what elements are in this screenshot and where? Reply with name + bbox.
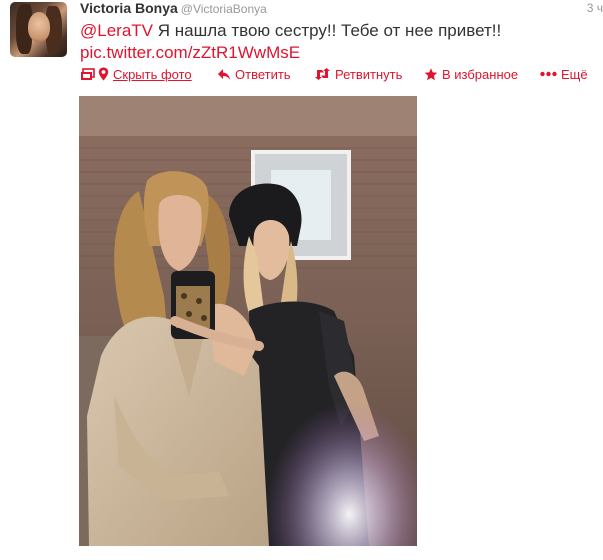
photo-link[interactable]: pic.twitter.com/zZtR1WwMsE xyxy=(80,42,300,64)
reply-label: Ответить xyxy=(235,66,291,82)
retweet-label: Ретвитнуть xyxy=(335,66,403,82)
more-button[interactable]: Ещё xyxy=(540,64,588,84)
photo-image xyxy=(79,96,417,546)
tweet-text: @LeraTV Я нашла твою сестру!! Тебе от не… xyxy=(80,20,501,42)
favorite-label: В избранное xyxy=(442,66,519,82)
reply-button[interactable]: Ответить xyxy=(217,64,291,84)
fullname[interactable]: Victoria Bonya xyxy=(80,0,178,16)
avatar-face xyxy=(28,12,50,42)
username[interactable]: @VictoriaBonya xyxy=(181,2,267,16)
more-label: Ещё xyxy=(561,66,588,82)
mention-link[interactable]: @LeraTV xyxy=(80,21,153,40)
more-dots-icon xyxy=(540,71,557,77)
photo-icon xyxy=(80,67,95,81)
star-icon xyxy=(424,67,438,81)
tweet-header: Victoria Bonya @VictoriaBonya xyxy=(80,0,267,18)
retweet-button[interactable]: Ретвитнуть xyxy=(314,64,402,84)
hide-photo-button[interactable]: Скрыть фото xyxy=(80,64,192,84)
tweet-body: Я нашла твою сестру!! Тебе от нее привет… xyxy=(153,21,502,40)
retweet-icon xyxy=(314,68,331,80)
tweet-photo[interactable] xyxy=(79,96,417,546)
avatar[interactable] xyxy=(10,2,67,57)
timestamp[interactable]: 3 ч xyxy=(587,1,603,15)
favorite-button[interactable]: В избранное xyxy=(424,64,518,84)
reply-icon xyxy=(217,68,231,81)
location-pin-icon xyxy=(98,67,109,81)
hide-photo-label: Скрыть фото xyxy=(113,66,192,82)
